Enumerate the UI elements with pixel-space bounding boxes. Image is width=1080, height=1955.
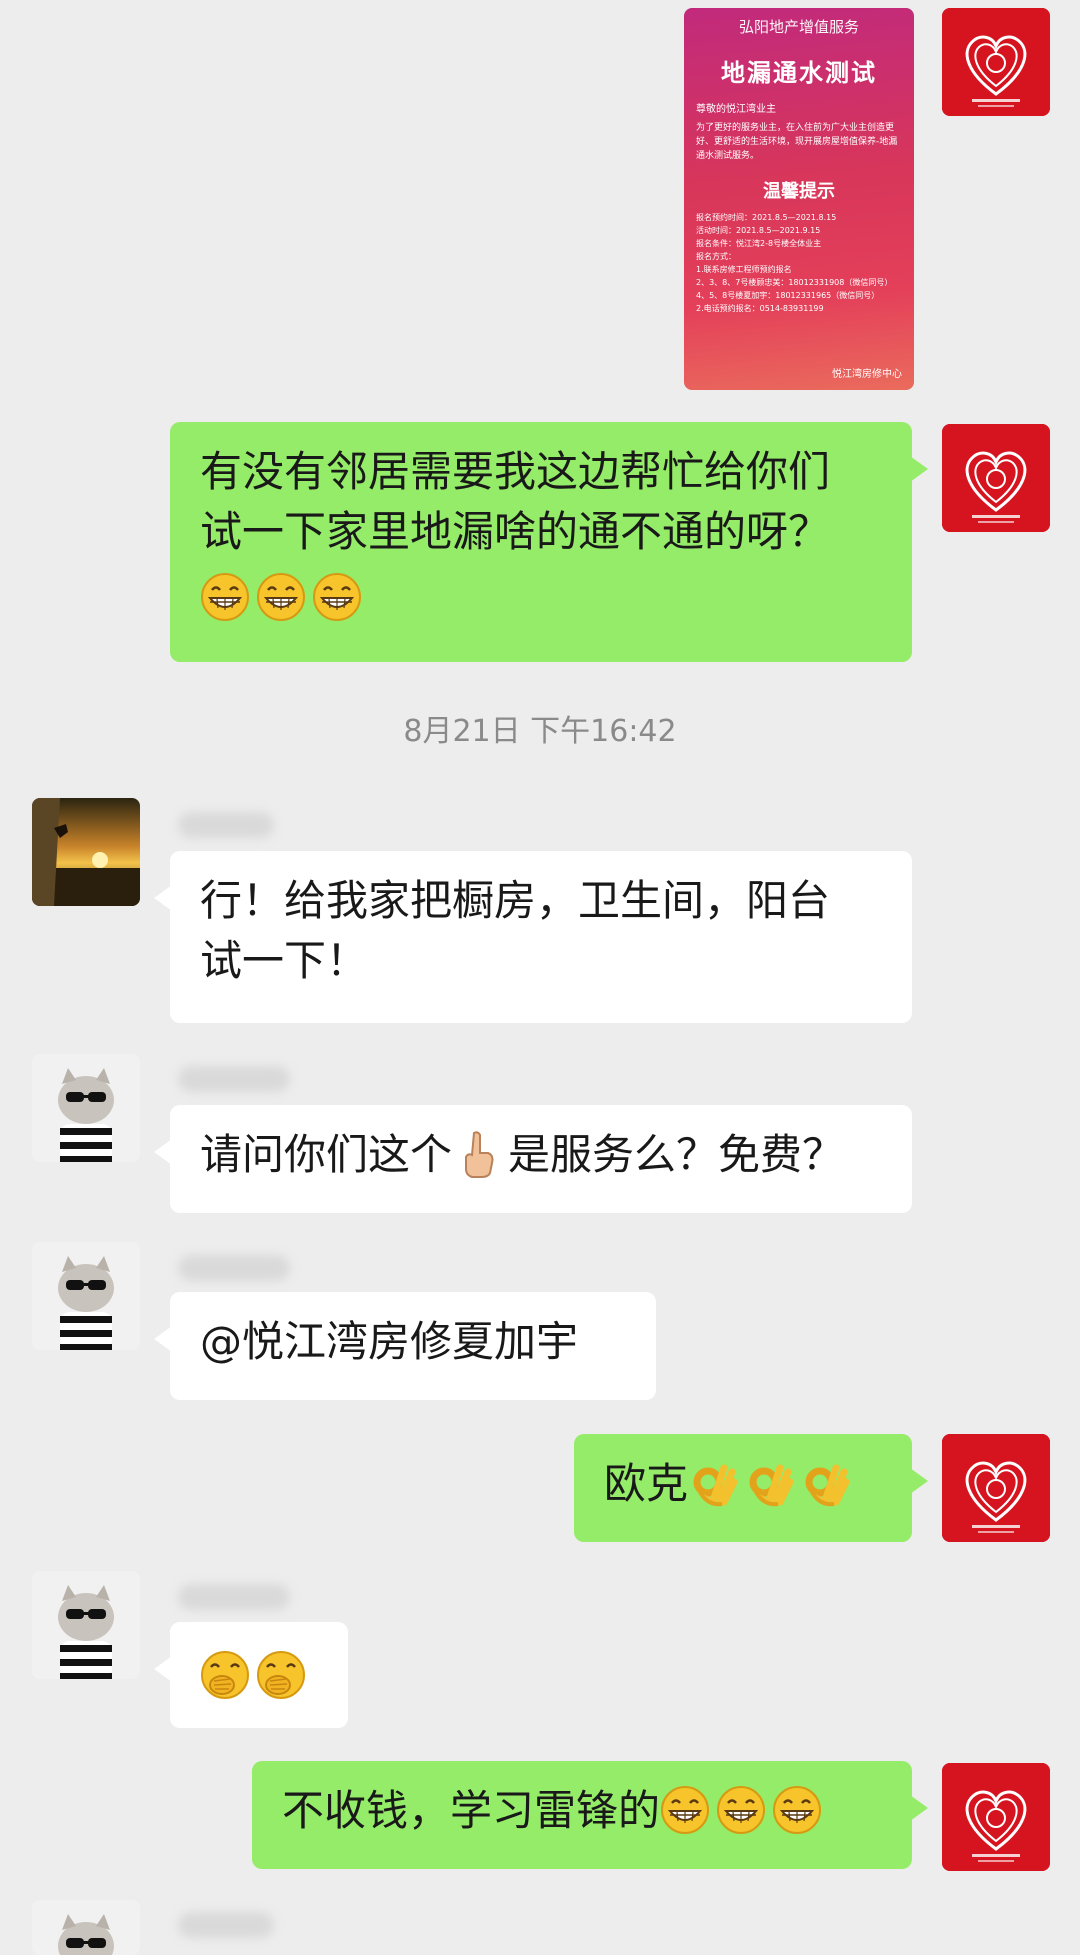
red-heart-logo-icon: [942, 1763, 1050, 1871]
message-text: 不收钱，学习雷锋的: [282, 1786, 661, 1835]
hand-over-mouth-icon: [256, 1650, 306, 1700]
red-heart-logo-icon: [942, 8, 1050, 116]
poster-image-message[interactable]: 弘阳地产增值服务 地漏通水测试 尊敬的悦江湾业主 为了更好的服务业主，在入住前为…: [684, 8, 914, 390]
contact-avatar[interactable]: [32, 1900, 140, 1955]
self-avatar[interactable]: [942, 424, 1050, 532]
contact-avatar[interactable]: [32, 1242, 140, 1350]
message-text: 试一下家里地漏啥的通不通的呀？: [200, 507, 831, 556]
poster-details: 报名预约时间：2021.8.5—2021.8.15 活动时间：2021.8.5—…: [696, 211, 902, 315]
hand-over-mouth-icon: [200, 1650, 250, 1700]
message-bubble-self[interactable]: 有没有邻居需要我这边帮忙给你们 试一下家里地漏啥的通不通的呀？: [170, 422, 928, 662]
contact-name-blurred: [178, 1066, 290, 1092]
message-text: 试一下！: [200, 936, 369, 985]
contact-name-blurred: [178, 1912, 274, 1938]
cat-sunglasses-photo-icon: [32, 1054, 140, 1162]
emoji-row: [200, 568, 882, 628]
self-avatar[interactable]: [942, 1434, 1050, 1542]
poster-line: 1.联系房修工程师预约报名: [696, 265, 792, 274]
poster-title: 地漏通水测试: [721, 59, 877, 87]
chat-timestamp: 8月21日 下午16:42: [403, 714, 677, 749]
ok-hand-icon: [688, 1458, 738, 1508]
grinning-face-icon: [716, 1785, 766, 1835]
cat-sunglasses-photo-icon: [32, 1571, 140, 1679]
poster-center: 悦江湾房修中心: [832, 369, 902, 380]
self-avatar[interactable]: [942, 1763, 1050, 1871]
poster-line: 报名方式：: [696, 252, 736, 261]
message-text: 欧克: [604, 1459, 689, 1508]
contact-name-blurred: [178, 1584, 290, 1610]
sunset-photo-icon: [32, 798, 140, 906]
ok-hand-icon: [800, 1458, 850, 1508]
contact-name-blurred: [178, 812, 274, 838]
poster-line: 2.电话预约报名：0514-83931199: [696, 304, 824, 313]
message-bubble-self[interactable]: 不收钱，学习雷锋的: [252, 1761, 928, 1869]
red-heart-logo-icon: [942, 1434, 1050, 1542]
cat-sunglasses-photo-icon: [32, 1242, 140, 1350]
grinning-face-icon: [772, 1785, 822, 1835]
message-bubble-self[interactable]: 欧克: [574, 1434, 928, 1542]
poster-line: 活动时间：2021.8.5—2021.9.15: [696, 226, 821, 235]
contact-avatar[interactable]: [32, 1571, 140, 1679]
poster-line: 报名预约时间：2021.8.5—2021.8.15: [696, 213, 837, 222]
grinning-face-icon: [256, 572, 306, 622]
message-text: 请问你们这个: [200, 1130, 453, 1179]
poster-body: 为了更好的服务业主，在入住前为广大业主创造更好、更舒适的生活环境，现开展房屋增值…: [696, 123, 898, 161]
cat-sunglasses-photo-icon: [32, 1900, 140, 1955]
grinning-face-icon: [200, 572, 250, 622]
self-avatar[interactable]: [942, 8, 1050, 116]
poster-line: 报名条件：悦江湾2-8号楼全体业主: [696, 239, 822, 248]
message-bubble-other[interactable]: [154, 1622, 348, 1728]
mention-text[interactable]: @悦江湾房修夏加宇: [200, 1317, 578, 1366]
poster-greeting: 尊敬的悦江湾业主: [696, 104, 776, 115]
contact-avatar[interactable]: [32, 798, 140, 906]
poster-company: 弘阳地产增值服务: [738, 18, 859, 36]
grinning-face-icon: [312, 572, 362, 622]
poster-line: 2、3、8、7号楼顾忠美：18012331908（微信同号）: [696, 278, 893, 287]
grinning-face-icon: [660, 1785, 710, 1835]
poster-tip-title: 温馨提示: [763, 181, 835, 202]
message-text: 是服务么？免费？: [508, 1130, 845, 1179]
point-up-icon: [452, 1129, 502, 1179]
contact-name-blurred: [178, 1255, 290, 1281]
message-text: 行！给我家把橱房，卫生间，阳台: [200, 876, 831, 925]
poster-line: 4、5、8号楼夏加宇：18012331965（微信同号）: [696, 291, 880, 300]
contact-avatar[interactable]: [32, 1054, 140, 1162]
message-bubble-other[interactable]: 行！给我家把橱房，卫生间，阳台 试一下！: [154, 851, 912, 1023]
message-bubble-other[interactable]: @悦江湾房修夏加宇: [154, 1292, 656, 1400]
red-heart-logo-icon: [942, 424, 1050, 532]
ok-hand-icon: [744, 1458, 794, 1508]
message-bubble-other[interactable]: 请问你们这个 是服务么？免费？: [154, 1105, 912, 1213]
message-text: 有没有邻居需要我这边帮忙给你们: [200, 447, 831, 496]
